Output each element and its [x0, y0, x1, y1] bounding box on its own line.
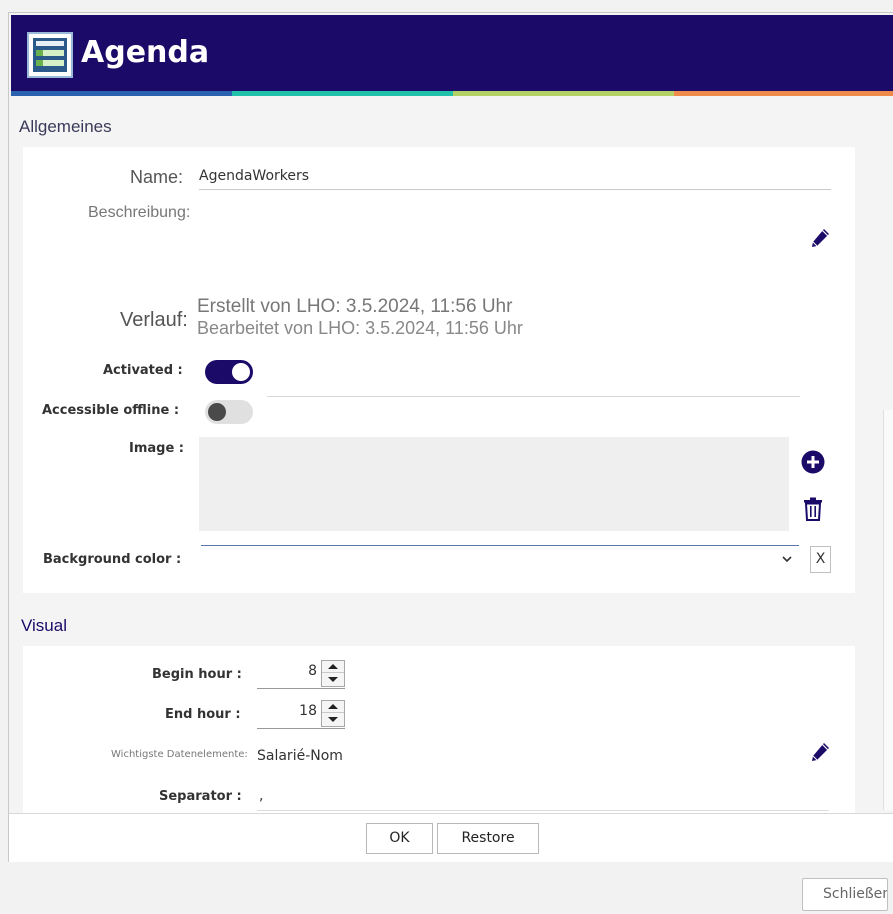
- activated-label: Activated :: [103, 363, 183, 378]
- bgcolor-select[interactable]: [201, 545, 799, 546]
- add-image-plus-icon[interactable]: [801, 450, 825, 474]
- clear-bgcolor-button[interactable]: X: [810, 546, 831, 573]
- dialog-footer: OK Restore: [9, 813, 893, 862]
- scrollbar-track[interactable]: [883, 410, 893, 810]
- edit-description-pencil-icon[interactable]: [809, 227, 831, 251]
- title-bar: Agenda: [11, 15, 893, 96]
- separator-input[interactable]: ,: [259, 788, 263, 804]
- description-label: Beschreibung:: [88, 204, 191, 221]
- title-stripe-green: [453, 91, 674, 96]
- begin-hour-stepper[interactable]: 8: [257, 659, 345, 689]
- offline-label: Accessible offline :: [42, 403, 180, 418]
- offline-toggle[interactable]: [205, 400, 253, 424]
- visual-panel: [23, 646, 855, 814]
- title-stripe-teal: [232, 91, 453, 96]
- close-button[interactable]: Schließen: [802, 878, 888, 911]
- begin-hour-value: 8: [308, 663, 317, 679]
- toggle-knob: [232, 363, 250, 381]
- separator-label: Separator :: [159, 789, 242, 804]
- restore-button[interactable]: Restore: [437, 823, 539, 854]
- edit-key-fields-pencil-icon[interactable]: [809, 741, 831, 765]
- key-fields-label: Wichtigste Datenelemente:: [111, 749, 248, 760]
- agenda-app-icon: [27, 32, 73, 78]
- decrement-arrow-icon[interactable]: [322, 674, 344, 686]
- divider: [267, 396, 800, 397]
- history-label: Verlauf:: [120, 309, 188, 331]
- activated-toggle[interactable]: [205, 360, 253, 384]
- delete-image-trash-icon[interactable]: [803, 497, 823, 521]
- end-hour-value: 18: [299, 703, 317, 719]
- history-edited: Bearbeitet von LHO: 3.5.2024, 11:56 Uhr: [197, 318, 523, 338]
- window-title: Agenda: [81, 35, 210, 70]
- increment-arrow-icon[interactable]: [322, 661, 344, 673]
- image-drop-area[interactable]: [199, 437, 789, 531]
- decrement-arrow-icon[interactable]: [322, 714, 344, 726]
- name-input[interactable]: AgendaWorkers: [199, 168, 309, 184]
- begin-hour-label: Begin hour :: [152, 667, 242, 682]
- separator-underline: [257, 810, 829, 811]
- key-fields-value: Salarié-Nom: [257, 748, 343, 764]
- section-general-title: Allgemeines: [19, 117, 112, 136]
- toggle-knob: [208, 403, 226, 421]
- name-input-underline: [199, 189, 831, 190]
- name-label: Name:: [130, 167, 184, 187]
- history-created: Erstellt von LHO: 3.5.2024, 11:56 Uhr: [197, 296, 513, 317]
- bgcolor-label: Background color :: [43, 552, 182, 567]
- stepper-underline: [257, 688, 345, 689]
- ok-button[interactable]: OK: [366, 823, 433, 854]
- end-hour-stepper[interactable]: 18: [257, 699, 345, 729]
- chevron-down-icon[interactable]: [781, 553, 793, 565]
- stepper-buttons: [321, 700, 345, 727]
- agenda-dialog: Agenda Allgemeines Name: AgendaWorkers B…: [8, 12, 893, 862]
- stepper-underline: [257, 728, 345, 729]
- title-stripe-blue: [11, 91, 232, 96]
- stepper-buttons: [321, 660, 345, 687]
- section-visual-title: Visual: [21, 616, 67, 635]
- increment-arrow-icon[interactable]: [322, 701, 344, 713]
- image-label: Image :: [129, 441, 185, 456]
- end-hour-label: End hour :: [165, 707, 241, 722]
- title-stripe-orange: [674, 91, 893, 96]
